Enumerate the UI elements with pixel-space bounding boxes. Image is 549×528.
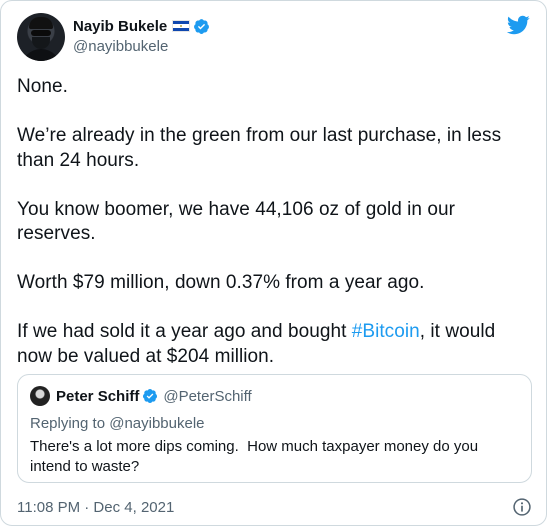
tweet-paragraph: We’re already in the green from our last… [17, 125, 502, 171]
tweet-paragraph: You know boomer, we have 44,106 oz of go… [17, 198, 455, 245]
twitter-bird-icon[interactable] [506, 13, 530, 37]
el-salvador-flag-icon [172, 20, 191, 32]
quoted-tweet[interactable]: Peter Schiff @PeterSchiff Replying to @n… [17, 374, 532, 483]
quoted-tweet-header: Peter Schiff @PeterSchiff [30, 386, 252, 406]
author-display-name[interactable]: Nayib Bukele [73, 18, 167, 35]
author-info: Nayib Bukele @nayibbukele [73, 15, 210, 55]
tweet-timestamp[interactable]: 11:08 PM · Dec 4, 2021 [17, 499, 174, 516]
verified-badge-icon [194, 18, 210, 34]
quoted-author-display-name: Peter Schiff [56, 387, 140, 405]
tweet-body: None. We’re already in the green from ou… [17, 75, 532, 394]
tweet-footer: 11:08 PM · Dec 4, 2021 [17, 497, 532, 521]
verified-badge-icon [143, 389, 158, 403]
quoted-author-handle: @PeterSchiff [163, 387, 252, 405]
tweet-card: Nayib Bukele @nayibbukele None. We’re al… [0, 0, 547, 526]
replying-to: Replying to @nayibbukele [30, 415, 205, 432]
quoted-author-avatar [30, 386, 50, 406]
quoted-tweet-text: There's a lot more dips coming. How much… [30, 438, 483, 475]
tweet-text-segment: If we had sold it a year ago and bought [17, 321, 352, 342]
hashtag-link[interactable]: #Bitcoin [352, 321, 420, 342]
tweet-paragraph-with-hashtag: If we had sold it a year ago and bought … [17, 320, 532, 369]
author-avatar[interactable] [17, 13, 65, 61]
info-icon[interactable] [512, 497, 532, 517]
author-handle[interactable]: @nayibbukele [73, 38, 210, 55]
tweet-paragraph: Worth $79 million, down 0.37% from a yea… [17, 272, 425, 293]
tweet-header: Nayib Bukele @nayibbukele [17, 13, 530, 61]
tweet-paragraph: None. [17, 76, 68, 97]
